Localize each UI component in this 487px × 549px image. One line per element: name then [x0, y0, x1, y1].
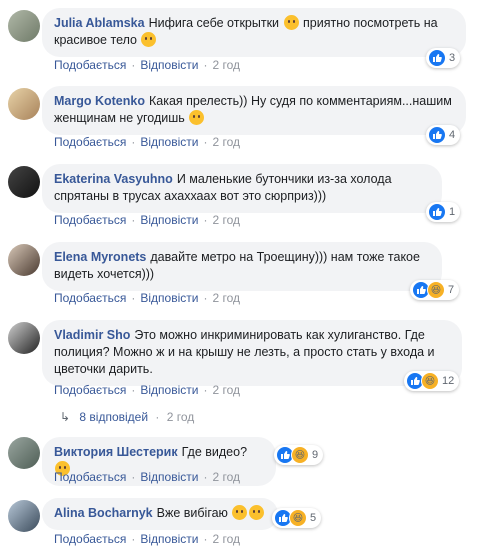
comment-text: Нифига себе открытки [148, 16, 280, 30]
like-reaction-icon [428, 203, 446, 221]
comment-bubble: Alina Bocharnyk Вже вибігаю [42, 498, 278, 530]
avatar[interactable] [8, 437, 40, 469]
reaction-count: 5 [310, 512, 317, 524]
comment-actions: Подобається · Відповісти · 2 год [54, 532, 240, 546]
replies-time: 2 год [166, 410, 195, 424]
smile-emoji-icon [283, 15, 299, 30]
comment-time[interactable]: 2 год [212, 532, 240, 546]
reaction-summary[interactable]: 😆 7 [410, 280, 460, 300]
reaction-summary[interactable]: 😆 9 [274, 445, 324, 465]
haha-reaction-icon: 😆 [291, 446, 309, 464]
comment-time[interactable]: 2 год [212, 470, 240, 484]
reaction-summary[interactable]: 😆 5 [272, 508, 322, 528]
reply-link[interactable]: Відповісти [140, 291, 198, 305]
comment-bubble: Ekaterina Vasyuhno И маленькие бутончики … [42, 164, 442, 213]
replies-count[interactable]: 8 відповідей [79, 410, 148, 424]
comment-time[interactable]: 2 год [212, 383, 240, 397]
like-link[interactable]: Подобається [54, 383, 126, 397]
haha-reaction-icon: 😆 [289, 509, 307, 527]
avatar[interactable] [8, 244, 40, 276]
grin-emoji-icon [189, 110, 205, 125]
reply-link[interactable]: Відповісти [140, 135, 198, 149]
surprised-emoji-icon [232, 505, 248, 520]
reply-arrow-icon: ↳ [60, 410, 71, 424]
comment-author[interactable]: Elena Myronets [54, 250, 146, 264]
like-link[interactable]: Подобається [54, 291, 126, 305]
like-link[interactable]: Подобається [54, 213, 126, 227]
comment-time[interactable]: 2 год [212, 213, 240, 227]
laugh-emoji-icon [249, 505, 265, 520]
reply-link[interactable]: Відповісти [140, 213, 198, 227]
haha-reaction-icon: 😆 [427, 281, 445, 299]
reaction-summary[interactable]: 4 [426, 125, 461, 145]
comment-actions: Подобається · Відповісти · 2 год [54, 213, 240, 227]
comment-bubble: Vladimir Sho Это можно инкриминировать ка… [42, 320, 462, 386]
comment-author[interactable]: Julia Ablamska [54, 16, 145, 30]
reaction-count: 4 [449, 129, 456, 141]
comment-author[interactable]: Виктория Шестерик [54, 445, 178, 459]
comment-bubble: Julia Ablamska Нифига себе открытки прият… [42, 8, 466, 57]
comment-text: Вже вибігаю [156, 506, 228, 520]
like-link[interactable]: Подобається [54, 470, 126, 484]
comment-author[interactable]: Vladimir Sho [54, 328, 130, 342]
avatar[interactable] [8, 500, 40, 532]
comment-time[interactable]: 2 год [212, 58, 240, 72]
reaction-count: 7 [448, 284, 455, 296]
comment-time[interactable]: 2 год [212, 291, 240, 305]
comment-author[interactable]: Ekaterina Vasyuhno [54, 172, 173, 186]
reply-link[interactable]: Відповісти [140, 532, 198, 546]
like-link[interactable]: Подобається [54, 135, 126, 149]
comment-actions: Подобається · Відповісти · 2 год [54, 135, 240, 149]
reaction-count: 1 [449, 206, 456, 218]
avatar[interactable] [8, 166, 40, 198]
comment-author[interactable]: Alina Bocharnyk [54, 506, 153, 520]
like-link[interactable]: Подобається [54, 532, 126, 546]
reaction-summary[interactable]: 😆 12 [404, 371, 460, 391]
avatar[interactable] [8, 88, 40, 120]
comment-author[interactable]: Margo Kotenko [54, 94, 145, 108]
smile-emoji-icon [141, 32, 157, 47]
comment-bubble: Elena Myronets давайте метро на Троещину)… [42, 242, 442, 291]
reaction-count: 12 [442, 375, 455, 387]
reply-link[interactable]: Відповісти [140, 58, 198, 72]
view-replies-link[interactable]: ↳ 8 відповідей · 2 год [60, 410, 194, 424]
comment-time[interactable]: 2 год [212, 135, 240, 149]
like-reaction-icon [428, 49, 446, 67]
like-reaction-icon [428, 126, 446, 144]
avatar[interactable] [8, 322, 40, 354]
comment-actions: Подобається · Відповісти · 2 год [54, 383, 240, 397]
comment-actions: Подобається · Відповісти · 2 год [54, 291, 240, 305]
reply-link[interactable]: Відповісти [140, 383, 198, 397]
reaction-summary[interactable]: 3 [426, 48, 461, 68]
avatar[interactable] [8, 10, 40, 42]
comment-actions: Подобається · Відповісти · 2 год [54, 470, 240, 484]
comment-bubble: Margo Kotenko Какая прелесть)) Ну судя по… [42, 86, 466, 135]
haha-reaction-icon: 😆 [421, 372, 439, 390]
like-link[interactable]: Подобається [54, 58, 126, 72]
comment-actions: Подобається · Відповісти · 2 год [54, 58, 240, 72]
reaction-count: 9 [312, 449, 319, 461]
reaction-summary[interactable]: 1 [426, 202, 461, 222]
comment-text: Где видео? [181, 445, 248, 459]
reply-link[interactable]: Відповісти [140, 470, 198, 484]
reaction-count: 3 [449, 52, 456, 64]
